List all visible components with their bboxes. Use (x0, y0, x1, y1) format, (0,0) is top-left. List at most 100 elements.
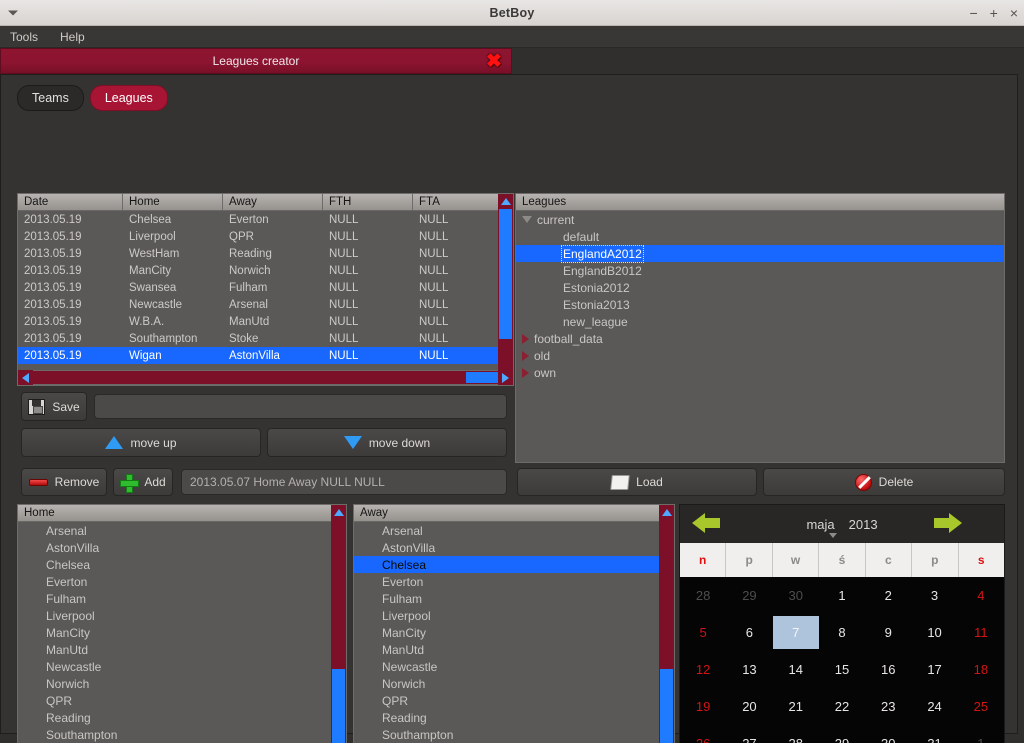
away-team-list[interactable]: Away Arsenal AstonVilla Chelsea Everton Fulh… (353, 504, 675, 743)
list-item[interactable]: Fulham (18, 590, 346, 607)
table-row[interactable]: 2013.05.19 Liverpool QPR NULL NULL (18, 228, 513, 245)
matches-vscroll-track[interactable] (498, 209, 513, 370)
tree-node-own[interactable]: own (516, 364, 1004, 381)
calendar-day-26[interactable]: 26 (680, 725, 726, 743)
calendar-day-9[interactable]: 9 (865, 614, 911, 651)
calendar-day-grid[interactable]: 28 29 30 1 2 3 4 5 6 7 8 9 10 11 12 13 14 15 16 17 18 19 20 21 2… (680, 577, 1004, 743)
calendar-day-11[interactable]: 11 (958, 614, 1004, 651)
list-item[interactable]: AstonVilla (18, 539, 346, 556)
away-vscroll-thumb[interactable] (660, 669, 673, 743)
matches-horizontal-scrollbar[interactable] (18, 370, 513, 385)
list-item[interactable]: ManUtd (354, 641, 674, 658)
tree-node-englandb2012[interactable]: EnglandB2012 (516, 262, 1004, 279)
tree-node-new_league[interactable]: new_league (516, 313, 1004, 330)
move-down-button[interactable]: move down (267, 428, 507, 457)
calendar-day-13[interactable]: 13 (726, 651, 772, 688)
calendar-day-19[interactable]: 19 (680, 688, 726, 725)
menu-item-help[interactable]: Help (60, 30, 85, 44)
away-vscroll-track[interactable] (659, 520, 674, 743)
minimize-icon[interactable]: − (969, 6, 977, 20)
move-up-button[interactable]: move up (21, 428, 261, 457)
match-entry-input[interactable]: 2013.05.07 Home Away NULL NULL (181, 469, 507, 495)
calendar-day-2[interactable]: 2 (865, 577, 911, 614)
matches-vscroll-thumb[interactable] (499, 209, 512, 339)
list-item[interactable]: Chelsea (354, 556, 674, 573)
scroll-up-icon[interactable] (659, 505, 674, 520)
list-item[interactable]: Everton (354, 573, 674, 590)
matches-hscroll-track[interactable] (33, 371, 498, 384)
list-item[interactable]: Norwich (354, 675, 674, 692)
calendar-day-10[interactable]: 10 (911, 614, 957, 651)
calendar-day-24[interactable]: 24 (911, 688, 957, 725)
table-row[interactable]: 2013.05.19 W.B.A. ManUtd NULL NULL (18, 313, 513, 330)
home-vscroll-thumb[interactable] (332, 669, 345, 743)
away-list-body[interactable]: Arsenal AstonVilla Chelsea Everton Fulham Liv… (354, 522, 674, 743)
calendar-day-8[interactable]: 8 (819, 614, 865, 651)
calendar-day-23[interactable]: 23 (865, 688, 911, 725)
leagues-tree-body[interactable]: current default EnglandA2012 EnglandB2012 Es… (516, 211, 1004, 462)
list-item[interactable]: Arsenal (18, 522, 346, 539)
matches-hscroll-thumb[interactable] (466, 372, 498, 383)
calendar-day-7[interactable]: 7 (772, 614, 819, 651)
away-list-scrollbar[interactable] (659, 505, 674, 743)
tree-node-old[interactable]: old (516, 347, 1004, 364)
column-header-home[interactable]: Home (123, 194, 223, 210)
calendar-day-22[interactable]: 22 (819, 688, 865, 725)
home-list-scrollbar[interactable] (331, 505, 346, 743)
list-item[interactable]: ManCity (18, 624, 346, 641)
close-icon[interactable]: × (1010, 6, 1018, 20)
list-item[interactable]: Norwich (18, 675, 346, 692)
save-button[interactable]: Save (21, 392, 87, 421)
subwindow-close-icon[interactable]: ✖ (485, 52, 503, 71)
chevron-right-icon[interactable] (522, 367, 529, 378)
table-row[interactable]: 2013.05.19 Wigan AstonVilla NULL NULL (18, 347, 513, 364)
matches-table-body[interactable]: 2013.05.19 Chelsea Everton NULL NULL 2013.05.… (18, 211, 513, 364)
menu-item-tools[interactable]: Tools (10, 30, 38, 44)
calendar-day-16[interactable]: 16 (865, 651, 911, 688)
calendar-day-1[interactable]: 1 (819, 577, 865, 614)
list-item[interactable]: Chelsea (18, 556, 346, 573)
calendar-day-18[interactable]: 18 (958, 651, 1004, 688)
tree-node-current[interactable]: current (516, 211, 1004, 228)
calendar-day-21[interactable]: 21 (773, 688, 819, 725)
calendar-day-17[interactable]: 17 (911, 651, 957, 688)
list-item[interactable]: Newcastle (18, 658, 346, 675)
calendar-day-31[interactable]: 31 (911, 725, 957, 743)
list-item[interactable]: Liverpool (354, 607, 674, 624)
calendar-day-30[interactable]: 30 (865, 725, 911, 743)
list-item[interactable]: ManUtd (18, 641, 346, 658)
add-button[interactable]: Add (113, 468, 173, 496)
tree-node-englanda2012[interactable]: EnglandA2012 (516, 244, 1004, 263)
date-picker-calendar[interactable]: maja 2013 npwścps 28 29 30 1 2 3 4 5 6 7 8 9 10 11 12 1… (679, 504, 1005, 743)
list-item[interactable]: Arsenal (354, 522, 674, 539)
list-item[interactable]: Reading (354, 709, 674, 726)
calendar-day-5[interactable]: 5 (680, 614, 726, 651)
scroll-up-icon[interactable] (331, 505, 346, 520)
tab-leagues[interactable]: Leagues (89, 85, 168, 111)
list-item[interactable]: Liverpool (18, 607, 346, 624)
scroll-left-icon[interactable] (18, 370, 33, 385)
chevron-right-icon[interactable] (522, 350, 529, 361)
next-month-button[interactable] (962, 513, 992, 535)
column-header-fth[interactable]: FTH (323, 194, 413, 210)
table-row[interactable]: 2013.05.19 Chelsea Everton NULL NULL (18, 211, 513, 228)
calendar-day-29[interactable]: 29 (819, 725, 865, 743)
calendar-day-6[interactable]: 6 (726, 614, 772, 651)
home-vscroll-track[interactable] (331, 520, 346, 743)
scroll-up-icon[interactable] (498, 194, 513, 209)
calendar-day-29[interactable]: 29 (726, 577, 772, 614)
list-item[interactable]: QPR (354, 692, 674, 709)
tree-node-football_data[interactable]: football_data (516, 330, 1004, 347)
list-item[interactable]: ManCity (354, 624, 674, 641)
calendar-day-4[interactable]: 4 (958, 577, 1004, 614)
table-row[interactable]: 2013.05.19 ManCity Norwich NULL NULL (18, 262, 513, 279)
tree-node-default[interactable]: default (516, 228, 1004, 245)
subwindow-titlebar[interactable]: Leagues creator ✖ (0, 48, 512, 74)
list-item[interactable]: Reading (18, 709, 346, 726)
chevron-right-icon[interactable] (522, 333, 529, 344)
calendar-day-28[interactable]: 28 (680, 577, 726, 614)
leagues-tree-panel[interactable]: Leagues current default EnglandA2012 Englan… (515, 193, 1005, 463)
matches-table[interactable]: Date Home Away FTH FTA 2013.05.19 Chelsea Ever… (17, 193, 514, 386)
tree-node-estonia2012[interactable]: Estonia2012 (516, 279, 1004, 296)
list-item[interactable]: AstonVilla (354, 539, 674, 556)
